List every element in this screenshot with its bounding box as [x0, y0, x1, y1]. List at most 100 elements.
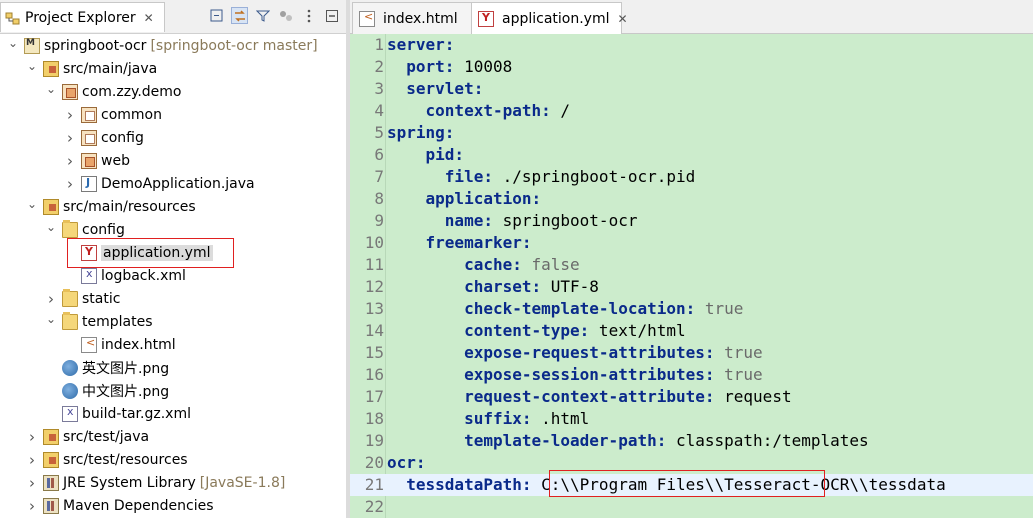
- tree-item-label: springboot-ocr: [44, 37, 147, 54]
- tree-item[interactable]: 中文图片.png: [0, 379, 346, 402]
- tree-item[interactable]: ⌄ com.zzy.demo: [0, 80, 346, 103]
- tree-item-label: JRE System Library: [63, 474, 196, 491]
- yaml-value: /: [550, 101, 571, 120]
- tree-item[interactable]: 英文图片.png: [0, 356, 346, 379]
- tree-item[interactable]: › config: [0, 126, 346, 149]
- collapse-all-icon[interactable]: [208, 7, 225, 24]
- code-editor[interactable]: 1 server: 2 port: 10008 3 servlet: 4 context…: [350, 34, 1033, 518]
- link-with-editor-icon[interactable]: [231, 7, 248, 24]
- line-text: expose-request-attributes: true: [387, 342, 763, 364]
- view-menu-icon[interactable]: [300, 7, 317, 24]
- html-file-icon: [359, 10, 375, 27]
- code-line[interactable]: 13 check-template-location: true: [350, 298, 1033, 320]
- xml-file-icon: [81, 267, 97, 284]
- code-line[interactable]: 4 context-path: /: [350, 100, 1033, 122]
- chevron-down-icon[interactable]: ⌄: [44, 82, 58, 96]
- chevron-right-icon[interactable]: ›: [25, 497, 39, 515]
- code-line[interactable]: 5 spring:: [350, 122, 1033, 144]
- chevron-down-icon[interactable]: ⌄: [25, 59, 39, 73]
- code-line[interactable]: 8 application:: [350, 188, 1033, 210]
- code-line[interactable]: 15 expose-request-attributes: true: [350, 342, 1033, 364]
- tree-item-label: src/test/resources: [63, 451, 188, 468]
- yaml-value: true: [714, 365, 763, 384]
- image-file-icon: [62, 359, 78, 376]
- code-line[interactable]: 2 port: 10008: [350, 56, 1033, 78]
- close-icon[interactable]: ✕: [144, 11, 154, 25]
- tree-item-decoration: [springboot-ocr master]: [150, 37, 318, 54]
- tree-item[interactable]: ⌄ config: [0, 218, 346, 241]
- chevron-right-icon[interactable]: ›: [44, 290, 58, 308]
- tree-item[interactable]: › web: [0, 149, 346, 172]
- code-line[interactable]: 22: [350, 496, 1033, 518]
- line-number: 20: [364, 453, 384, 472]
- tree-item[interactable]: ⌄ templates: [0, 310, 346, 333]
- editor-tab-bar: index.html application.yml ✕: [350, 0, 1033, 34]
- code-line[interactable]: 21 tessdataPath: C:\\Program Files\\Tess…: [350, 474, 1033, 496]
- tree-item[interactable]: application.yml: [0, 241, 346, 264]
- code-line[interactable]: 10 freemarker:: [350, 232, 1033, 254]
- line-text: servlet:: [387, 78, 483, 100]
- yaml-value: ./springboot-ocr.pid: [492, 167, 696, 186]
- project-explorer-toolbar: [208, 7, 340, 24]
- library-icon: [43, 497, 59, 514]
- tree-item[interactable]: ⌄ src/main/java: [0, 57, 346, 80]
- tree-item[interactable]: ⌄ src/main/resources: [0, 195, 346, 218]
- chevron-right-icon[interactable]: ›: [25, 451, 39, 469]
- yaml-key: file:: [444, 167, 493, 186]
- tree-item-label: build-tar.gz.xml: [82, 405, 191, 422]
- tree-item[interactable]: index.html: [0, 333, 346, 356]
- chevron-right-icon[interactable]: ›: [63, 175, 77, 193]
- project-explorer-tab[interactable]: Project Explorer ✕: [0, 2, 165, 32]
- filter-icon[interactable]: [254, 7, 271, 24]
- tree-item[interactable]: logback.xml: [0, 264, 346, 287]
- code-line[interactable]: 9 name: springboot-ocr: [350, 210, 1033, 232]
- yaml-key: template-loader-path:: [464, 431, 667, 450]
- chevron-right-icon[interactable]: ›: [63, 129, 77, 147]
- tree-item[interactable]: › Maven Dependencies: [0, 494, 346, 517]
- close-icon[interactable]: ✕: [618, 12, 628, 26]
- chevron-right-icon[interactable]: ›: [25, 474, 39, 492]
- tree-item[interactable]: › JRE System Library [JavaSE-1.8]: [0, 471, 346, 494]
- tree-item[interactable]: ⌄ springboot-ocr[springboot-ocr master]: [0, 34, 346, 57]
- code-line[interactable]: 16 expose-session-attributes: true: [350, 364, 1033, 386]
- code-line[interactable]: 18 suffix: .html: [350, 408, 1033, 430]
- yaml-key: application:: [425, 189, 542, 208]
- line-number: 12: [364, 277, 384, 296]
- tree-item-label: src/main/java: [63, 60, 158, 77]
- tree-item[interactable]: › common: [0, 103, 346, 126]
- code-line[interactable]: 1 server:: [350, 34, 1033, 56]
- tree-item[interactable]: build-tar.gz.xml: [0, 402, 346, 425]
- code-line[interactable]: 3 servlet:: [350, 78, 1033, 100]
- code-line[interactable]: 19 template-loader-path: classpath:/temp…: [350, 430, 1033, 452]
- project-explorer-title: Project Explorer: [25, 9, 136, 26]
- chevron-down-icon[interactable]: ⌄: [25, 197, 39, 211]
- code-line[interactable]: 7 file: ./springboot-ocr.pid: [350, 166, 1033, 188]
- yaml-key: expose-request-attributes:: [464, 343, 715, 362]
- code-line[interactable]: 12 charset: UTF-8: [350, 276, 1033, 298]
- tree-item[interactable]: › DemoApplication.java: [0, 172, 346, 195]
- code-line[interactable]: 20 ocr:: [350, 452, 1033, 474]
- editor-tab-label: application.yml: [502, 10, 610, 27]
- line-number: 16: [364, 365, 384, 384]
- chevron-down-icon[interactable]: ⌄: [44, 220, 58, 234]
- chevron-right-icon[interactable]: ›: [25, 428, 39, 446]
- editor-tab-index-html[interactable]: index.html: [352, 2, 472, 34]
- chevron-right-icon[interactable]: ›: [63, 106, 77, 124]
- code-line[interactable]: 11 cache: false: [350, 254, 1033, 276]
- code-line[interactable]: 17 request-context-attribute: request: [350, 386, 1033, 408]
- editor-tab-application-yml[interactable]: application.yml ✕: [471, 2, 628, 34]
- tree-item[interactable]: › src/test/resources: [0, 448, 346, 471]
- minimize-icon[interactable]: [323, 7, 340, 24]
- chevron-down-icon[interactable]: ⌄: [44, 312, 58, 326]
- code-line[interactable]: 6 pid:: [350, 144, 1033, 166]
- code-line[interactable]: 14 content-type: text/html: [350, 320, 1033, 342]
- focus-icon[interactable]: [277, 7, 294, 24]
- yaml-value: request: [714, 387, 792, 406]
- tree-item[interactable]: › src/test/java: [0, 425, 346, 448]
- yaml-value: UTF-8: [541, 277, 599, 296]
- chevron-right-icon[interactable]: ›: [63, 152, 77, 170]
- chevron-down-icon[interactable]: ⌄: [6, 36, 20, 50]
- yaml-key: request-context-attribute:: [464, 387, 715, 406]
- tree-item[interactable]: › static: [0, 287, 346, 310]
- line-number: 2: [374, 57, 384, 76]
